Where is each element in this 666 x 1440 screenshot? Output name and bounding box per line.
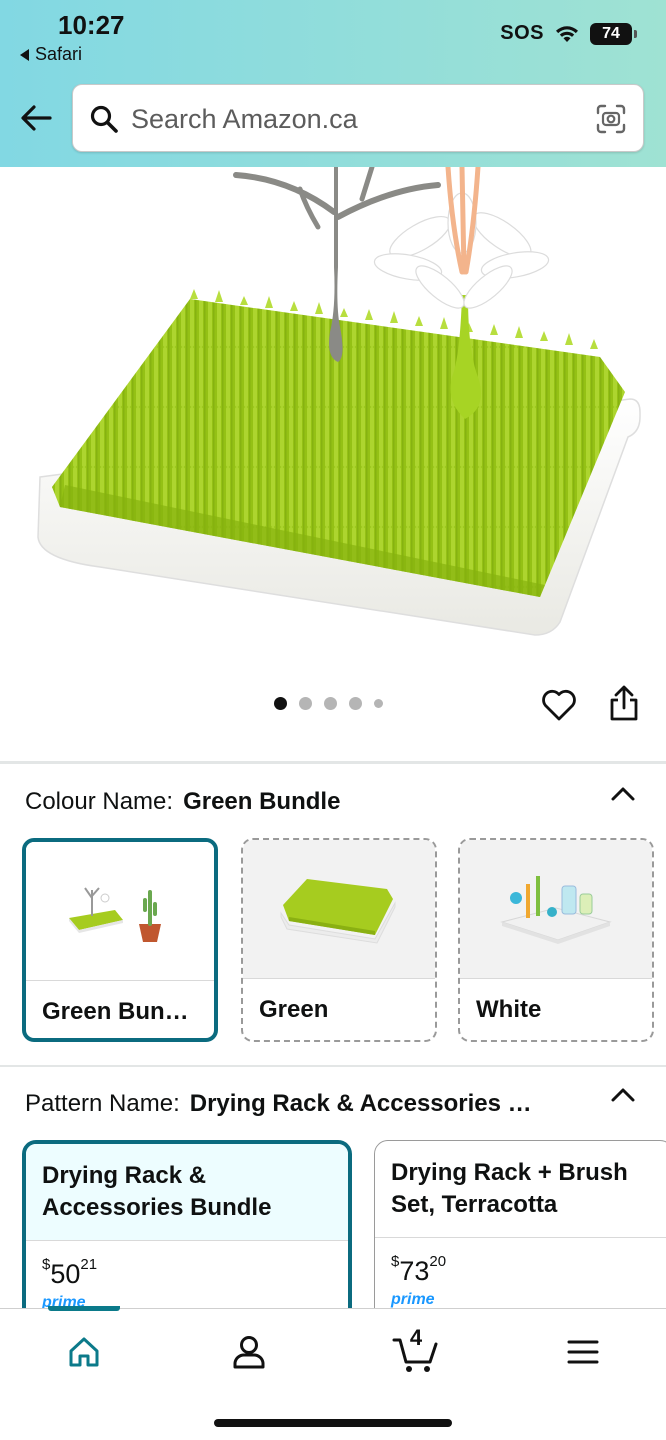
image-carousel-dots[interactable] — [274, 697, 383, 710]
pattern-title-line: Accessories Bundle — [42, 1194, 272, 1221]
price-whole: 73 — [399, 1256, 430, 1286]
colour-thumbnail — [460, 840, 652, 978]
status-indicators: SOS 74 — [500, 22, 637, 45]
share-icon[interactable] — [606, 684, 642, 724]
colour-option-label: White — [460, 978, 652, 1040]
carousel-dot[interactable] — [324, 697, 337, 710]
product-image[interactable] — [0, 167, 666, 667]
chevron-up-icon[interactable] — [610, 1087, 636, 1103]
pattern-label: Pattern Name: — [25, 1090, 180, 1117]
green-bundle-thumbnail — [69, 887, 161, 942]
heart-icon[interactable] — [540, 686, 578, 724]
search-input[interactable] — [131, 101, 571, 137]
back-to-app-link[interactable]: Safari — [20, 44, 82, 65]
carousel-dot[interactable] — [349, 697, 362, 710]
search-icon — [90, 105, 118, 133]
hamburger-menu-icon — [567, 1340, 599, 1364]
app-header: 10:27 Safari SOS 74 — [0, 0, 666, 167]
search-bar[interactable] — [72, 84, 644, 152]
price-currency: $ — [391, 1253, 400, 1270]
divider — [0, 761, 666, 764]
colour-selected-value: Green Bundle — [183, 788, 341, 815]
chevron-up-icon[interactable] — [610, 786, 636, 802]
price-whole: 50 — [50, 1259, 81, 1289]
colour-option-label: Green Bun… — [26, 980, 214, 1038]
colour-option-white[interactable]: White — [458, 838, 654, 1042]
pattern-title-line: Drying Rack + Brush — [391, 1159, 628, 1186]
pattern-option-price: $7320 prime — [375, 1237, 666, 1309]
cart-count-badge: 4 — [409, 1325, 423, 1350]
price-fraction: 20 — [429, 1253, 447, 1270]
pattern-section-label: Pattern Name: Drying Rack & Accessories … — [25, 1090, 532, 1118]
carousel-dot[interactable] — [374, 699, 383, 708]
pattern-option-title: Drying Rack & Accessories Bundle — [26, 1144, 348, 1240]
prime-badge: prime — [391, 1291, 435, 1308]
wifi-icon — [556, 25, 578, 42]
status-time: 10:27 — [58, 10, 125, 40]
colour-thumbnail — [243, 840, 435, 978]
carousel-dot[interactable] — [299, 697, 312, 710]
colour-label: Colour Name: — [25, 788, 174, 815]
pattern-title-line: Drying Rack & — [42, 1162, 207, 1189]
nav-menu[interactable] — [558, 1329, 608, 1375]
colour-section-label: Colour Name: Green Bundle — [25, 788, 340, 816]
colour-option-label: Green — [243, 978, 435, 1040]
back-app-label: Safari — [35, 44, 83, 64]
back-triangle-icon — [20, 48, 29, 61]
home-icon — [69, 1337, 99, 1367]
sos-indicator: SOS — [500, 22, 544, 44]
camera-scan-icon[interactable] — [595, 103, 627, 135]
pattern-option-price: $5021 prime — [26, 1240, 348, 1312]
price-currency: $ — [42, 1256, 51, 1273]
nav-account[interactable] — [224, 1329, 274, 1375]
pattern-title-line: Set, Terracotta — [391, 1191, 558, 1218]
nav-home[interactable] — [59, 1329, 109, 1375]
colour-option-green[interactable]: Green — [241, 838, 437, 1042]
colour-option-green-bundle[interactable]: Green Bun… — [22, 838, 218, 1042]
bottom-navigation: 4 — [0, 1306, 666, 1440]
active-tab-indicator — [48, 1306, 120, 1311]
nav-cart[interactable]: 4 — [390, 1325, 442, 1375]
pattern-option-title: Drying Rack + Brush Set, Terracotta — [375, 1141, 666, 1237]
white-thumbnail — [500, 876, 612, 944]
account-icon — [233, 1336, 265, 1369]
back-arrow-icon[interactable] — [18, 100, 54, 136]
green-thumbnail — [280, 879, 396, 944]
price-fraction: 21 — [80, 1256, 98, 1273]
battery-indicator: 74 — [590, 22, 637, 45]
divider — [0, 1065, 666, 1067]
home-indicator-bar — [214, 1419, 452, 1427]
colour-thumbnail — [26, 842, 214, 980]
carousel-dot[interactable] — [274, 697, 287, 710]
pattern-selected-value: Drying Rack & Accessories … — [189, 1090, 532, 1117]
